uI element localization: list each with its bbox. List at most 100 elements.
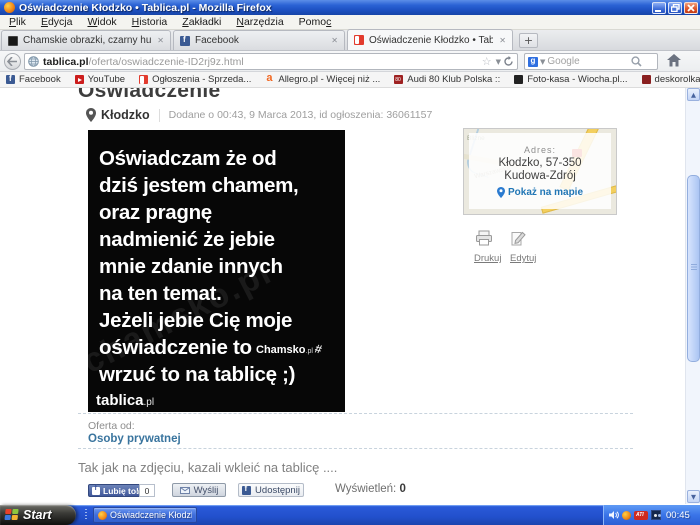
tab-facebook[interactable]: Facebook ✕ [173,30,345,50]
start-button[interactable]: Start [0,505,76,525]
address-line: Kłodzko, 57-350 [498,157,581,170]
send-button[interactable]: Wyślij [172,483,226,497]
menu-narzędzia[interactable]: Narzędzia [236,16,283,28]
firefox-icon [4,2,15,13]
menu-edycja[interactable]: Edycja [41,16,73,28]
bookmark-label: Audi 80 Klub Polska :: [407,74,500,85]
search-magnifier-icon[interactable] [631,56,642,67]
audi80-icon [394,75,403,84]
chamsko-watermark: Chamsko.pl# [256,342,322,356]
search-engine-dropdown-icon[interactable]: ▼ [540,58,545,66]
firefox-tray-icon[interactable] [622,511,631,520]
meme-text-line: na ten temat. [99,280,339,307]
page-scrollbar[interactable]: ▲ ▼ [685,88,700,504]
bookmark-3[interactable]: Ogłoszenia - Sprzeda... [139,74,251,85]
minimize-button[interactable] [652,2,666,14]
search-input[interactable] [547,56,631,67]
offer-from-link[interactable]: Osoby prywatnej [88,433,633,445]
facebook-favicon [180,36,190,46]
new-tab-button[interactable]: + [519,33,538,48]
divider [159,109,160,122]
bookmark-star-icon[interactable]: ☆ [482,56,492,67]
menu-bar: Plik Edycja Widok Historia Zakładki Narzędzia… [0,15,700,30]
clock: 00:45 [666,510,690,521]
tab-label: Facebook [195,35,325,46]
meme-text-line: oraz pragnę [99,199,339,226]
scrollbar-thumb[interactable] [687,175,700,362]
listing-posted-meta: Dodane o 00:43, 9 Marca 2013, id ogłosze… [169,109,433,121]
edit-action[interactable]: Edytuj [510,230,546,264]
bookmark-label: YouTube [88,74,125,85]
system-tray: 00:45 [603,505,700,525]
window-title: Oświadczenie Kłodzko • Tablica.pl - Mozi… [19,2,272,14]
window-controls [652,2,698,14]
bookmark-label: Foto-kasa - Wiocha.pl... [527,74,627,85]
facebook-icon [242,486,251,495]
restore-button[interactable] [668,2,682,14]
volume-icon[interactable] [609,510,619,520]
url-dropdown-icon[interactable]: ▼ [496,58,501,66]
reload-icon[interactable] [503,56,514,67]
address-label: Adres: [524,145,556,155]
ati-tray-icon[interactable] [634,511,648,520]
meme-text-line: Oświadczam że od [99,145,339,172]
bookmark-7[interactable]: deskorolka, fingerboa... [642,74,700,85]
menu-zakładki[interactable]: Zakładki [182,16,221,28]
taskbar-window-button[interactable]: Oświadczenie Kłodzk... [93,507,197,523]
bookmark-6[interactable]: Foto-kasa - Wiocha.pl... [514,74,627,85]
screen: Oświadczenie Kłodzko • Tablica.pl - Mozi… [0,0,700,525]
home-button[interactable] [667,54,681,72]
bookmark-1[interactable]: Facebook [6,74,61,85]
search-box[interactable]: ▼ [524,53,658,70]
share-button[interactable]: Udostępnij [238,483,304,497]
listing-meta-row: Kłodzko Dodane o 00:43, 9 Marca 2013, id… [86,108,432,122]
bookmark-label: Facebook [19,74,61,85]
url-bar[interactable]: tablica.pl /oferta/oswiadczenie-ID2rj9z.… [24,53,518,70]
tab-label: Oświadczenie Kłodzko • Tablica.pl [369,35,493,46]
deskorolka-icon [642,75,651,84]
page-content: Oświadczenie Kłodzko Dodane o 00:43, 9 M… [0,88,700,505]
menu-plik[interactable]: Plik [9,16,26,28]
taskbar-window-label: Oświadczenie Kłodzk... [110,510,192,520]
address-overlay: Adres: Kłodzko, 57-350 Kudowa-Zdrój Poka… [469,133,611,209]
print-label[interactable]: Drukuj [474,253,510,264]
tablica-logo: tablica.pl [96,392,154,409]
bookmark-4[interactable]: Allegro.pl - Więcej niż ... [265,74,380,85]
tab-close-icon[interactable]: ✕ [499,36,506,45]
offer-from-box: Oferta od: Osoby prywatnej [78,413,633,449]
offer-from-label: Oferta od: [88,420,633,432]
menu-historia[interactable]: Historia [132,16,168,28]
bookmark-5[interactable]: Audi 80 Klub Polska :: [394,74,500,85]
edit-pencil-icon [510,230,526,246]
menu-widok[interactable]: Widok [87,16,116,28]
taskbar-divider [85,509,87,521]
bookmark-2[interactable]: YouTube [75,74,125,85]
navigation-bar: tablica.pl /oferta/oswiadczenie-ID2rj9z.… [0,51,700,72]
like-counter: 0 [139,484,155,497]
messenger-tray-icon[interactable] [651,510,661,520]
tab-close-icon[interactable]: ✕ [331,36,338,45]
print-action[interactable]: Drukuj [474,230,510,264]
windows-logo-icon [4,509,19,521]
map-thumbnail[interactable]: Blizne Warszawska Adres: Kłodzko, 57-350… [463,128,617,215]
bookmark-label: Ogłoszenia - Sprzeda... [152,74,251,85]
printer-icon [474,230,494,246]
show-on-map-link[interactable]: Pokaż na mapie [497,187,583,198]
tab-strip: Chamskie obrazki, czarny humor ✕ Facebook ✕… [0,30,700,51]
close-button[interactable] [684,2,698,14]
tab-close-icon[interactable]: ✕ [157,36,164,45]
url-path: /oferta/oswiadczenie-ID2rj9z.html [89,56,480,68]
listing-image[interactable]: chamsko.pl Oświadczam że oddziś jestem c… [88,130,345,412]
tab-tablica[interactable]: Oświadczenie Kłodzko • Tablica.pl ✕ [347,29,513,50]
tab-chamsko[interactable]: Chamskie obrazki, czarny humor ✕ [1,30,171,50]
menu-pomoc[interactable]: Pomoc [299,16,332,28]
address-line: Kudowa-Zdrój [504,170,576,183]
scroll-up-button[interactable]: ▲ [687,88,700,101]
tab-label: Chamskie obrazki, czarny humor [23,35,151,46]
back-button[interactable] [4,53,21,70]
taskbar: Start Oświadczenie Kłodzk... 00:45 [0,505,700,525]
scroll-down-button[interactable]: ▼ [687,490,700,503]
meme-text-line: mnie zdanie innych [99,253,339,280]
meme-text-line: dziś jestem chamem, [99,172,339,199]
edit-label[interactable]: Edytuj [510,253,546,264]
